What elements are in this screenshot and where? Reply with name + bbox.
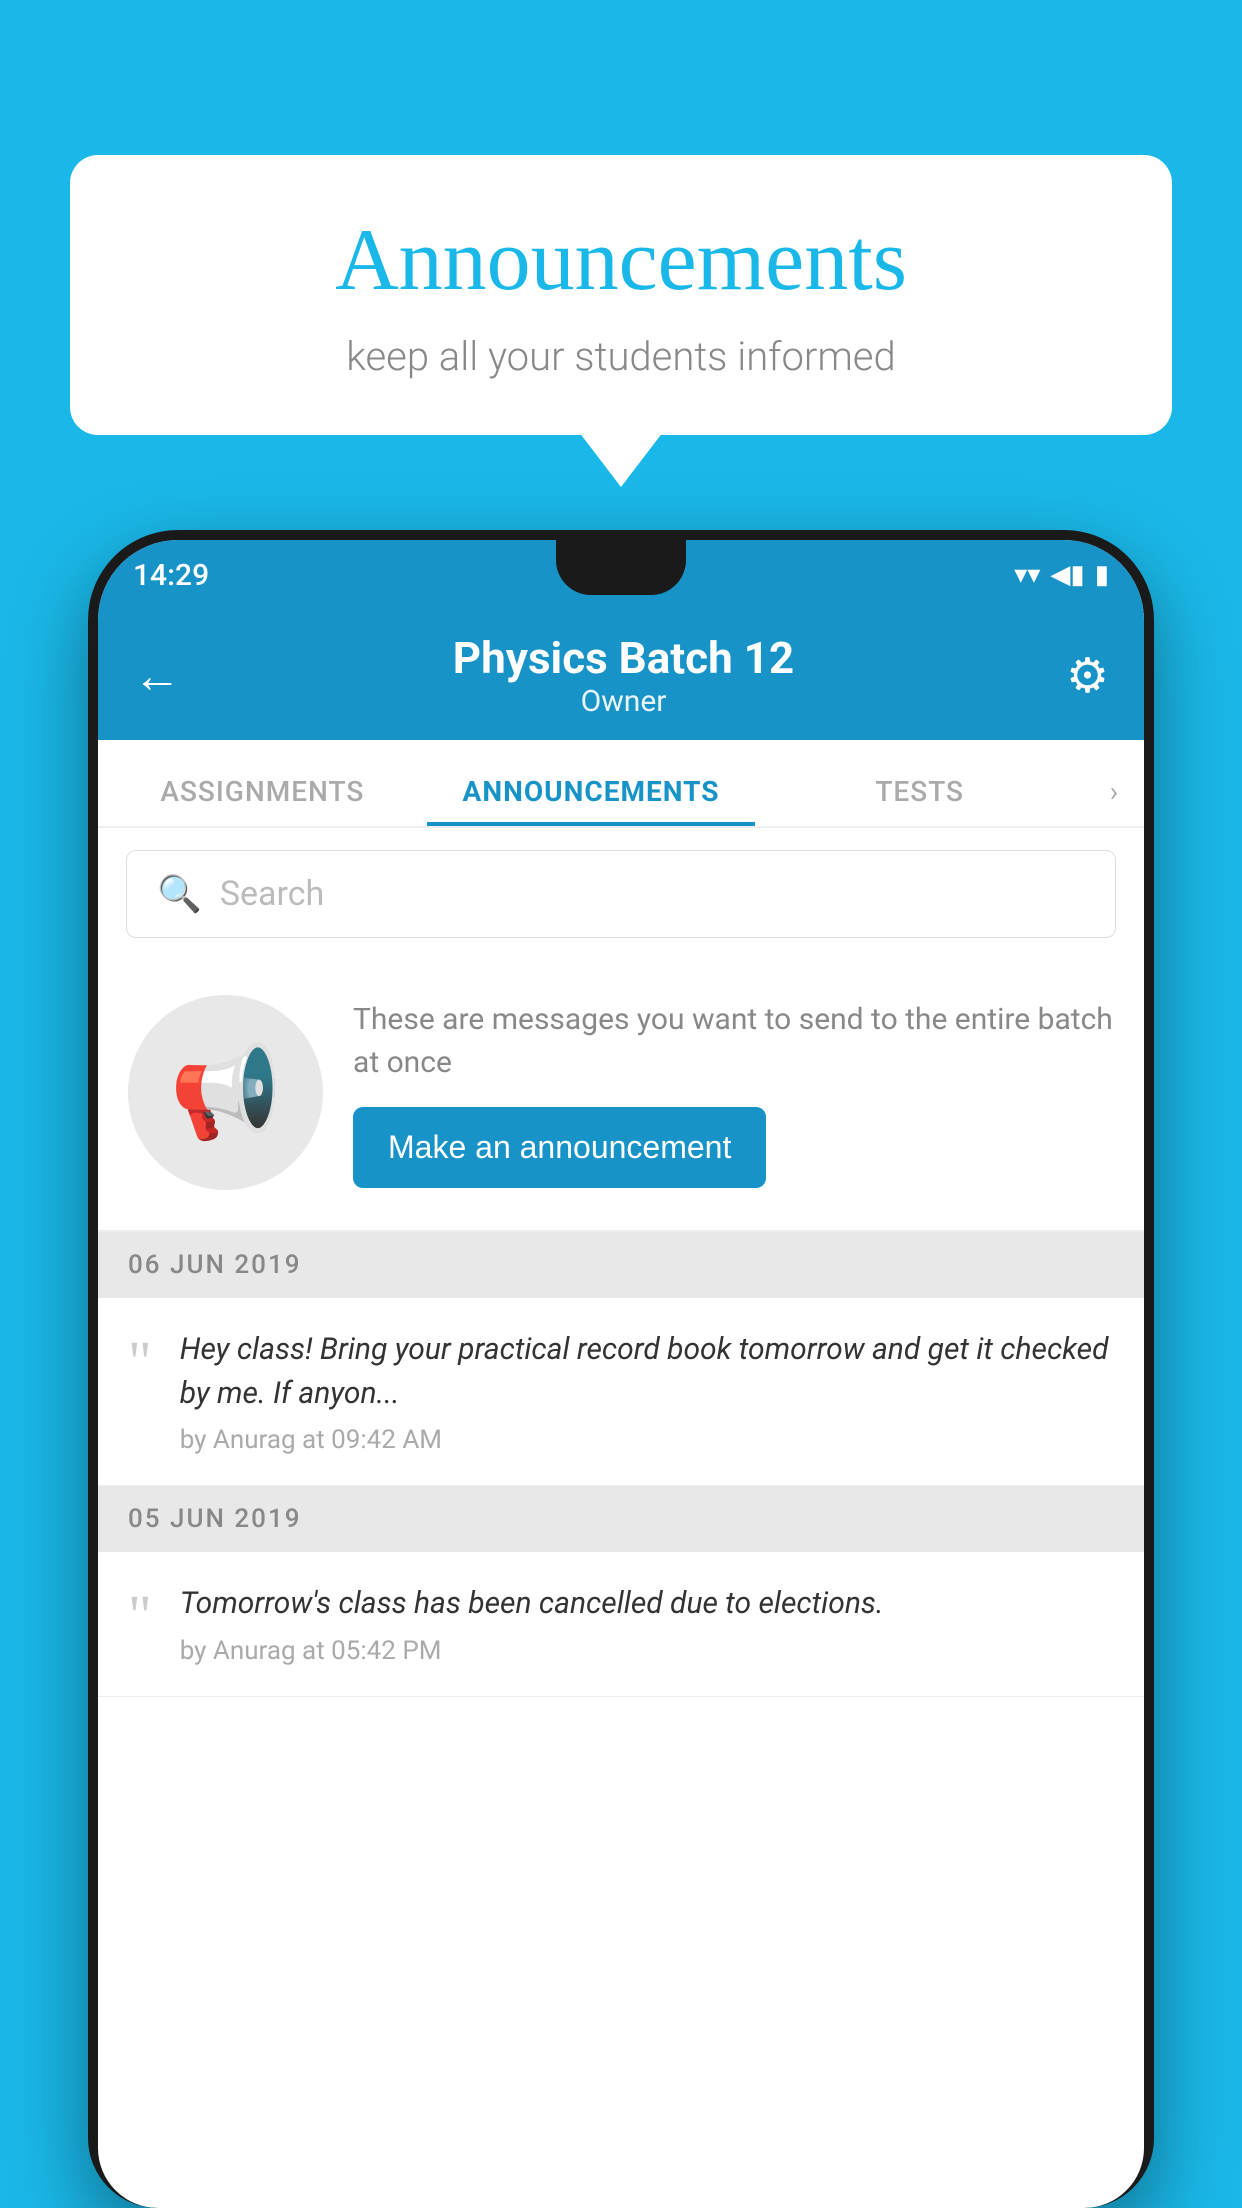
make-announcement-button[interactable]: Make an announcement xyxy=(353,1107,766,1188)
date-divider-2: 05 JUN 2019 xyxy=(98,1486,1144,1552)
announcement-meta-1: by Anurag at 09:42 AM xyxy=(180,1425,1114,1455)
megaphone-circle: 📢 xyxy=(128,995,323,1190)
tab-more[interactable]: › xyxy=(1084,775,1144,826)
quote-icon-1: " xyxy=(128,1333,152,1391)
announcement-item-1[interactable]: " Hey class! Bring your practical record… xyxy=(98,1298,1144,1486)
status-icons: ▾▾ ◀▮ ▮ xyxy=(1014,560,1109,590)
megaphone-icon: 📢 xyxy=(169,1040,281,1145)
wifi-icon: ▾▾ xyxy=(1014,560,1040,590)
promo-description: These are messages you want to send to t… xyxy=(353,998,1114,1085)
tab-bar: ASSIGNMENTS ANNOUNCEMENTS TESTS › xyxy=(98,740,1144,828)
phone-frame: 14:29 ▾▾ ◀▮ ▮ ← Physics Batch 12 Owner ⚙… xyxy=(88,530,1154,2208)
header-center: Physics Batch 12 Owner xyxy=(453,632,794,719)
tab-tests[interactable]: TESTS xyxy=(755,775,1084,826)
search-container: 🔍 Search xyxy=(98,828,1144,960)
announcement-content-2: Tomorrow's class has been cancelled due … xyxy=(180,1582,1114,1666)
app-header: ← Physics Batch 12 Owner ⚙ xyxy=(98,610,1144,740)
announcement-meta-2: by Anurag at 05:42 PM xyxy=(180,1636,1114,1666)
phone-screen: 14:29 ▾▾ ◀▮ ▮ ← Physics Batch 12 Owner ⚙… xyxy=(98,540,1144,2208)
notch xyxy=(556,540,686,595)
signal-icon: ◀▮ xyxy=(1050,560,1084,590)
promo-section: 📢 These are messages you want to send to… xyxy=(98,960,1144,1232)
search-bar[interactable]: 🔍 Search xyxy=(126,850,1116,938)
quote-icon-2: " xyxy=(128,1587,152,1645)
search-icon: 🔍 xyxy=(157,873,202,915)
tab-assignments[interactable]: ASSIGNMENTS xyxy=(98,775,427,826)
header-subtitle: Owner xyxy=(453,684,794,719)
announcement-content-1: Hey class! Bring your practical record b… xyxy=(180,1328,1114,1455)
speech-bubble-container: Announcements keep all your students inf… xyxy=(70,155,1172,435)
back-button[interactable]: ← xyxy=(133,647,181,704)
bubble-subtitle: keep all your students informed xyxy=(130,333,1112,380)
announcement-text-1: Hey class! Bring your practical record b… xyxy=(180,1328,1114,1415)
battery-icon: ▮ xyxy=(1095,560,1109,590)
announcement-text-2: Tomorrow's class has been cancelled due … xyxy=(180,1582,1114,1626)
tab-announcements[interactable]: ANNOUNCEMENTS xyxy=(427,775,756,826)
announcement-item-2[interactable]: " Tomorrow's class has been cancelled du… xyxy=(98,1552,1144,1697)
status-bar: 14:29 ▾▾ ◀▮ ▮ xyxy=(98,540,1144,610)
search-placeholder: Search xyxy=(220,874,324,914)
promo-right: These are messages you want to send to t… xyxy=(353,998,1114,1188)
bubble-title: Announcements xyxy=(130,210,1112,311)
date-divider-1: 06 JUN 2019 xyxy=(98,1232,1144,1298)
settings-icon[interactable]: ⚙ xyxy=(1066,647,1109,704)
speech-bubble: Announcements keep all your students inf… xyxy=(70,155,1172,435)
header-title: Physics Batch 12 xyxy=(453,632,794,684)
status-time: 14:29 xyxy=(133,558,209,593)
